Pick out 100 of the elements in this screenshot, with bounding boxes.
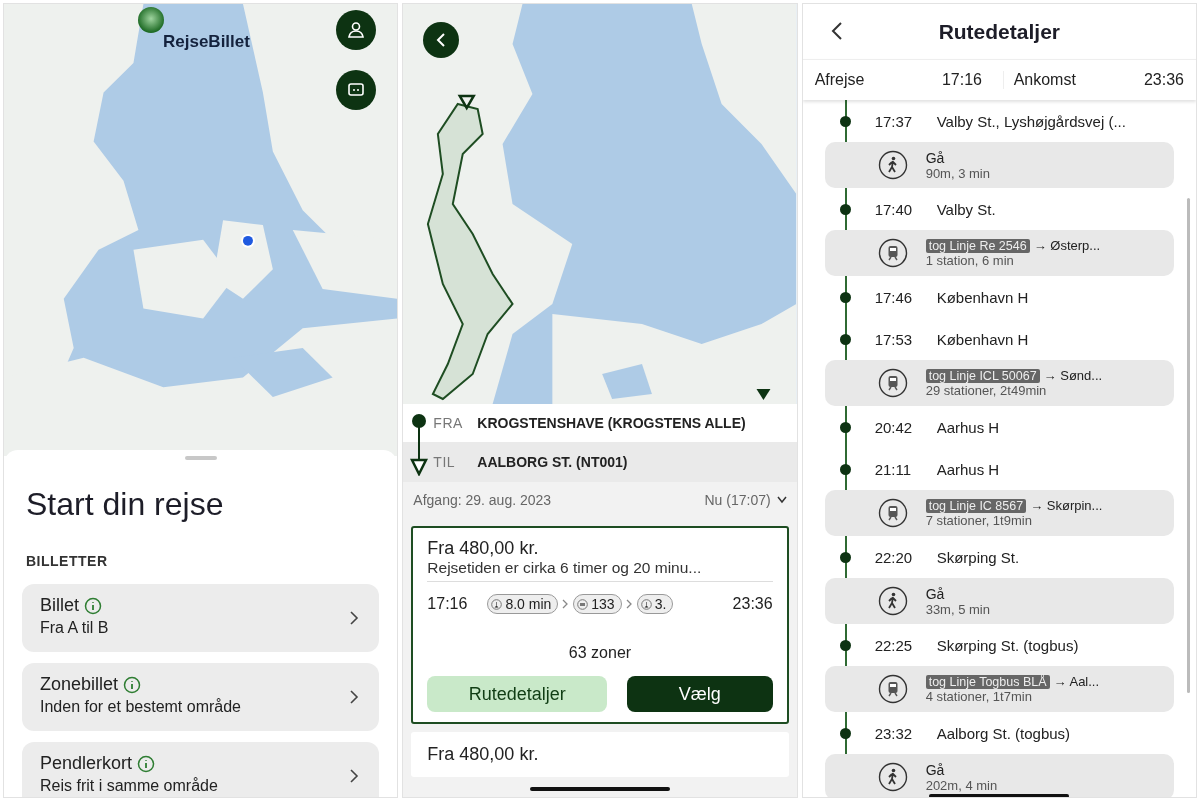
bus-icon [577, 598, 589, 610]
walk-leg-card[interactable]: Gå 33m, 5 min [824, 578, 1174, 624]
train-icon [877, 498, 908, 528]
chevron-right-icon [562, 599, 570, 609]
chevron-down-icon [776, 496, 787, 504]
line-badge: tog Linje Togbus BLÅ [925, 674, 1050, 689]
stop-time: 17:40 [874, 200, 914, 218]
walk-icon [640, 598, 652, 610]
timeline-dot [839, 333, 851, 345]
leg-detail: 29 stationer, 2t49min [925, 383, 1048, 398]
train-leg-card[interactable]: tog Linje ICL 50067 → Sønd... 29 stationer, 2t49min [824, 360, 1174, 406]
leg-detail: 4 stationer, 1t7min [925, 689, 1033, 704]
section-heading: BILLETTER [26, 553, 109, 569]
trip-option-card[interactable]: Fra 480,00 kr. [411, 732, 789, 777]
train-leg-card[interactable]: tog Linje Togbus BLÅ → Aal... 4 stationer, 1t7min [824, 666, 1174, 712]
timeline-dot [839, 551, 851, 563]
departure-date: Afgang: 29. aug. 2023 [413, 492, 552, 508]
leg-chip: 8.0 min [487, 594, 559, 614]
route-marker-drawing [410, 412, 429, 476]
train-icon [877, 368, 908, 398]
route-details-button[interactable]: Rutedetaljer [427, 676, 608, 712]
chevron-right-icon [349, 690, 360, 704]
marker-label[interactable]: RejseBillet [163, 32, 250, 52]
info-icon [123, 675, 142, 694]
chevron-right-icon [625, 599, 633, 609]
walk-leg-card[interactable]: Gå 90m, 3 min [824, 142, 1174, 188]
line-badge: tog Linje IC 8567 [925, 498, 1027, 513]
departure-time: 17:16 [941, 71, 983, 89]
info-icon [84, 596, 102, 615]
timeline-dot [839, 639, 851, 651]
stop-name: Valby St. [936, 200, 996, 218]
stop-time: 22:25 [874, 636, 914, 654]
leg-detail: 90m, 3 min [925, 165, 990, 181]
stop-name: Aalborg St. (togbus) [936, 724, 1071, 742]
stop-name: Aarhus H [936, 418, 1000, 436]
leg-destination: → Østerp... [1033, 238, 1101, 253]
stop-time: 17:46 [874, 288, 914, 306]
ticket-option[interactable]: Billet Fra A til B [22, 584, 380, 652]
walk-icon [491, 598, 503, 610]
walk-icon [877, 586, 908, 616]
walk-leg-card[interactable]: Gå 202m, 4 min [824, 754, 1174, 797]
leg-destination: → Skørpin... [1030, 498, 1103, 513]
leg-chip: 3. [636, 594, 674, 614]
arrival-time: 23:36 [732, 595, 773, 613]
trip-option-card[interactable]: Fra 480,00 kr. Rejsetiden er cirka 6 timer og 20 minu... 17:16 8.0 min 133 3. 23:36 63 zoner Rutedetaljer Vælg [411, 526, 789, 724]
info-icon [137, 754, 156, 773]
ticket-option[interactable]: Zonebillet Inden for et bestemt område [22, 663, 380, 731]
zone-count: 63 zoner [567, 644, 633, 662]
back-button[interactable] [830, 21, 843, 41]
person-icon [346, 20, 367, 40]
stop-name: Skørping St. (togbus) [936, 636, 1079, 654]
stop-name: Aarhus H [936, 460, 1000, 478]
line-badge: tog Linje Re 2546 [925, 238, 1030, 253]
price: Fra 480,00 kr. [427, 744, 540, 765]
leg-detail: 202m, 4 min [925, 777, 998, 793]
leg-chip: 133 [573, 594, 622, 614]
line-badge: tog Linje ICL 50067 [925, 368, 1040, 383]
stop-time: 17:53 [874, 330, 914, 348]
price: Fra 480,00 kr. [427, 538, 540, 559]
train-icon [877, 238, 908, 268]
departure-time: 17:16 [427, 595, 468, 613]
from-field[interactable]: FRA KROGSTENSHAVE (KROGSTENS ALLE) [403, 404, 797, 442]
screen-title: Rutedetaljer [938, 19, 1060, 44]
timeline-dot [839, 203, 851, 215]
walk-icon [877, 762, 908, 792]
leg-detail: 33m, 5 min [925, 601, 990, 617]
timeline-dot [839, 421, 851, 433]
walk-icon [877, 150, 908, 180]
stop-time: 23:32 [874, 724, 914, 742]
train-leg-card[interactable]: tog Linje IC 8567 → Skørpin... 7 stationer, 1t9min [824, 490, 1174, 536]
chevron-left-icon [830, 21, 843, 41]
stop-name: Skørping St. [936, 548, 1020, 566]
travel-time-summary: Rejsetiden er cirka 6 timer og 20 minu... [427, 559, 773, 582]
leg-mode: Gå [925, 585, 946, 602]
leg-destination: → Aal... [1053, 674, 1100, 689]
time-selector[interactable]: Nu (17:07) [704, 492, 787, 508]
drag-handle[interactable] [184, 456, 217, 460]
leg-mode: Gå [925, 761, 946, 778]
timeline-dot [839, 115, 851, 127]
stop-time: 17:37 [874, 112, 914, 130]
leg-detail: 1 station, 6 min [925, 253, 1015, 268]
stop-name: Valby St., Lyshøjgårdsvej (... [936, 112, 1126, 130]
sheet-title: Start din rejse [26, 486, 225, 523]
stop-time: 22:20 [874, 548, 914, 566]
stop-time: 21:11 [874, 460, 913, 478]
timeline-dot [839, 727, 851, 739]
ticket-option[interactable]: Pendlerkort Reis frit i samme område [22, 742, 380, 797]
timeline-dot [839, 291, 851, 303]
stop-name: København H [936, 330, 1029, 348]
timeline-dot [839, 463, 851, 475]
select-button[interactable]: Vælg [626, 676, 773, 712]
chevron-right-icon [349, 611, 360, 625]
train-leg-card[interactable]: tog Linje Re 2546 → Østerp... 1 station, 6 min [824, 230, 1174, 276]
stop-name: København H [936, 288, 1029, 306]
arrival-time: 23:36 [1142, 71, 1184, 89]
arrival-label: Ankomst [1002, 71, 1134, 89]
to-field[interactable]: TIL AALBORG ST. (NT001) [403, 442, 797, 482]
chevron-left-icon [436, 33, 447, 47]
stop-time: 20:42 [874, 418, 914, 436]
leg-destination: → Sønd... [1043, 368, 1103, 383]
